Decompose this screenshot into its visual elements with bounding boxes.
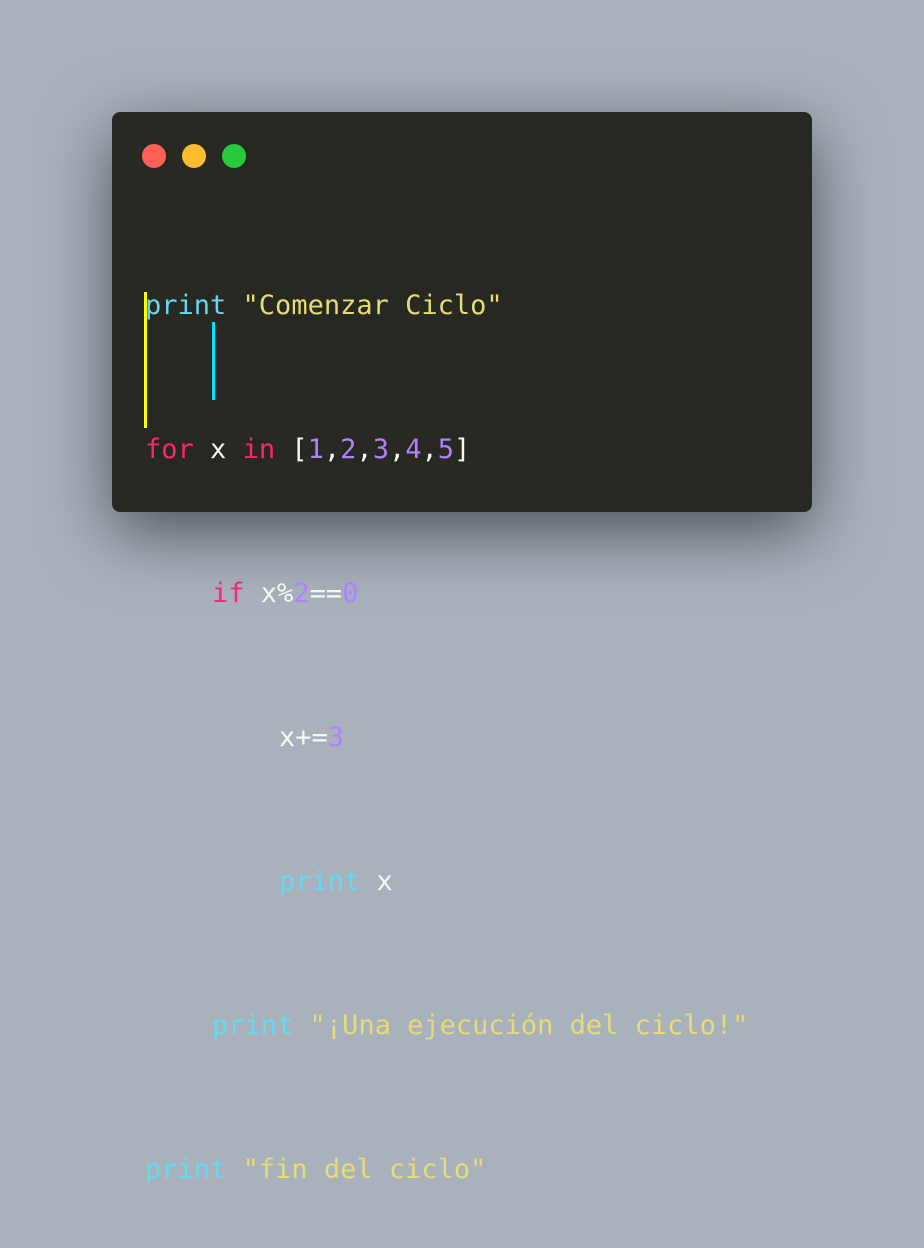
expression: x%: [260, 578, 294, 609]
keyword-print: print: [279, 866, 361, 897]
code-line-2: for x in [1,2,3,4,5]: [145, 432, 748, 468]
code-line-5: print x: [145, 864, 748, 900]
variable-x: x: [376, 866, 393, 897]
code-block: print "Comenzar Ciclo" for x in [1,2,3,4…: [145, 216, 748, 1248]
comma: ,: [323, 434, 341, 465]
string-literal: "Comenzar Ciclo": [242, 290, 503, 321]
number-literal: 5: [437, 434, 455, 465]
number-literal: 3: [372, 434, 389, 465]
operator-equals: ==: [309, 578, 343, 609]
code-line-4: x+=3: [145, 720, 748, 756]
maximize-button[interactable]: [222, 144, 246, 168]
number-literal: 2: [340, 434, 357, 465]
expression: x+=: [279, 722, 328, 753]
keyword-print: print: [212, 1010, 294, 1041]
keyword-if: if: [212, 578, 245, 609]
close-button[interactable]: [142, 144, 166, 168]
code-line-7: print "fin del ciclo": [145, 1152, 748, 1188]
comma: ,: [421, 434, 438, 465]
comma: ,: [356, 434, 373, 465]
minimize-button[interactable]: [182, 144, 206, 168]
number-literal: 0: [342, 578, 359, 609]
number-literal: 3: [327, 722, 345, 753]
bracket-close: ]: [454, 434, 471, 465]
bracket-open: [: [291, 434, 308, 465]
number-literal: 2: [293, 578, 310, 609]
code-window: print "Comenzar Ciclo" for x in [1,2,3,4…: [112, 112, 812, 1185]
code-line-6: print "¡Una ejecución del ciclo!": [145, 1008, 748, 1044]
keyword-for: for: [145, 434, 194, 465]
code-line-1: print "Comenzar Ciclo": [145, 288, 748, 324]
keyword-in: in: [242, 434, 276, 465]
keyword-print: print: [145, 1154, 227, 1185]
keyword-print: print: [145, 290, 227, 321]
code-line-3: if x%2==0: [145, 576, 748, 612]
string-literal: "¡Una ejecución del ciclo!": [309, 1010, 749, 1041]
string-literal: "fin del ciclo": [242, 1154, 487, 1185]
comma: ,: [388, 434, 406, 465]
number-literal: 4: [405, 434, 422, 465]
variable-x: x: [210, 434, 227, 465]
number-literal: 1: [307, 434, 324, 465]
